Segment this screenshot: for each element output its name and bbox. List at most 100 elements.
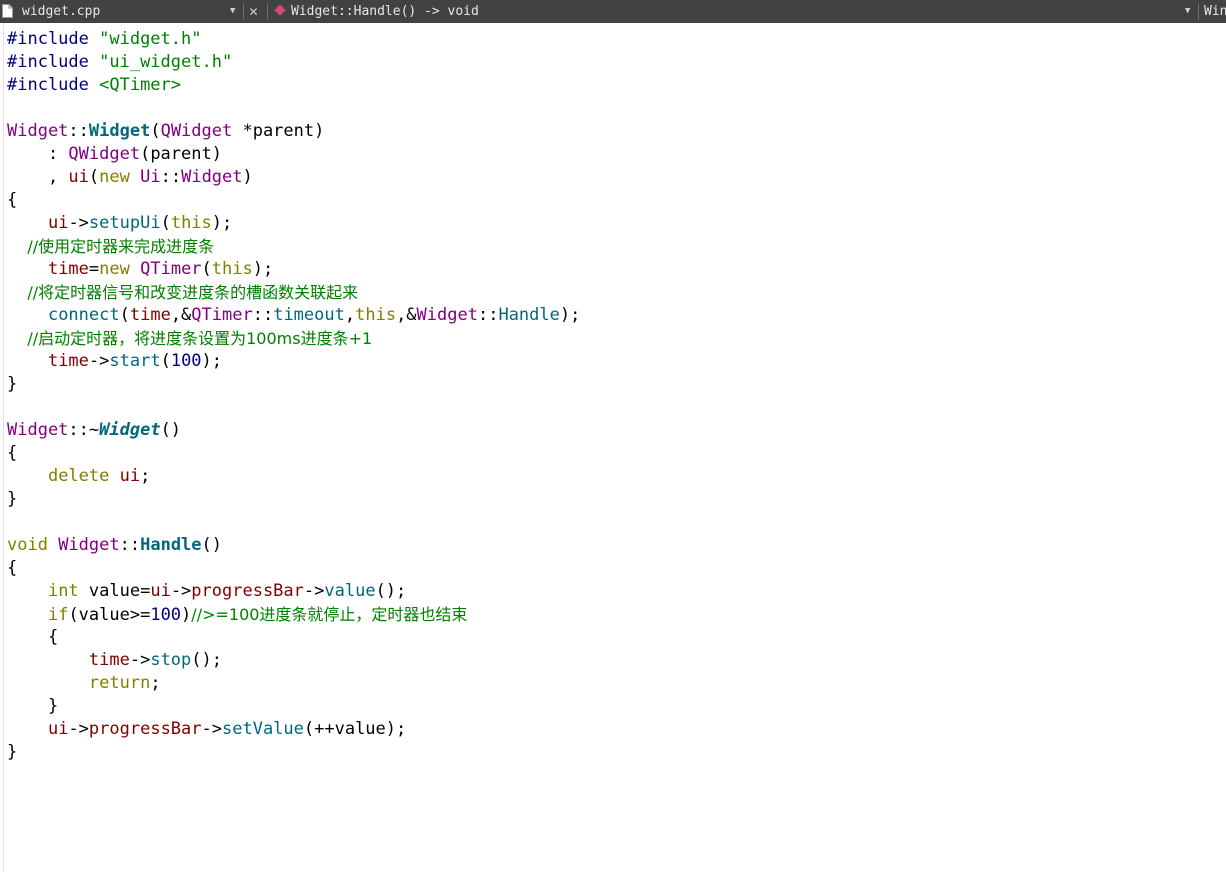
code-token: ( [201,259,212,279]
code-token: ui [68,167,89,187]
editor-toolbar: widget.cpp ▼ ✕ Widget::Handle() -> void … [0,0,1226,23]
code-line[interactable]: #include "widget.h" [7,28,201,51]
code-token: time [47,259,89,279]
code-token: connect [47,305,120,325]
code-line[interactable]: { [7,189,17,212]
code-token: value= [78,581,151,601]
code-token: #include [7,75,100,95]
code-line[interactable]: , ui(new Ui::Widget) [7,166,253,189]
code-token: ( [150,121,161,141]
code-token: ) [181,605,192,625]
code-token: setupUi [88,213,161,233]
code-token: QTimer [191,305,253,325]
code-token: int [47,581,79,601]
current-file-selector[interactable]: widget.cpp [22,0,100,23]
code-token: //启动定时器，将进度条设置为100ms进度条+1 [7,329,373,348]
code-token: -> [201,719,222,739]
code-line[interactable]: Widget::~Widget() [7,419,181,442]
code-token: timeout [273,305,345,325]
code-line[interactable]: time->start(100); [7,350,222,373]
code-token: } [7,696,59,716]
code-token: //将定时器信号和改变进度条的槽函数关联起来 [7,283,359,302]
code-token: 100 [150,605,182,625]
code-token: QWidget [160,121,233,141]
code-token: { [7,558,18,578]
split-selector[interactable]: Win [1204,0,1226,23]
editor-left-border [3,23,4,872]
code-token: //使用定时器来完成进度条 [7,237,215,256]
code-line[interactable]: //启动定时器，将进度条设置为100ms进度条+1 [7,327,372,350]
code-token: Widget [181,167,243,187]
code-line[interactable]: : QWidget(parent) [7,143,222,166]
code-token: Widget [7,121,69,141]
code-token: #include [7,29,100,49]
close-document-icon[interactable]: ✕ [249,0,258,23]
code-token: //>=100进度条就停止，定时器也结束 [191,605,468,624]
code-token: (value>= [68,605,151,625]
code-line[interactable]: { [7,442,17,465]
code-token: (); [375,581,407,601]
code-token: ) [242,167,253,187]
code-line[interactable]: ui->setupUi(this); [7,212,232,235]
code-token: Widget [99,420,161,440]
code-line[interactable]: ui->progressBar->setValue(++value); [7,718,406,741]
code-editor[interactable]: #include "widget.h" #include "ui_widget.h… [0,23,1226,872]
code-token: Ui [140,167,161,187]
code-line[interactable]: //将定时器信号和改变进度条的槽函数关联起来 [7,281,358,304]
code-line[interactable]: } [7,695,58,718]
file-dropdown-arrow-icon[interactable]: ▼ [230,0,235,23]
symbol-dropdown-arrow-icon[interactable]: ▼ [1185,0,1190,23]
code-line[interactable]: int value=ui->progressBar->value(); [7,580,406,603]
code-line[interactable]: if(value>=100)//>=100进度条就停止，定时器也结束 [7,603,467,626]
code-token: void [7,535,48,555]
code-token: Handle [140,535,202,555]
code-token: ( [160,213,171,233]
code-line[interactable]: } [7,741,17,764]
code-line[interactable]: delete ui; [7,465,150,488]
code-line[interactable]: { [7,626,58,649]
code-line[interactable]: void Widget::Handle() [7,534,222,557]
code-line[interactable]: } [7,488,17,511]
code-line[interactable]: time->stop(); [7,649,222,672]
toolbar-divider [243,3,244,20]
code-token: , [7,167,69,187]
toolbar-divider [1198,3,1199,20]
code-token: "ui_widget.h" [99,52,233,72]
code-line[interactable]: #include <QTimer> [7,74,181,97]
symbol-selector[interactable]: Widget::Handle() -> void [291,0,479,23]
code-line[interactable]: connect(time,&QTimer::timeout,this,&Widg… [7,304,580,327]
code-line[interactable]: //使用定时器来完成进度条 [7,235,214,258]
code-line[interactable]: { [7,557,17,580]
code-token: progressBar [191,581,304,601]
code-token: this [170,213,212,233]
code-token: } [7,489,18,509]
code-token: -> [303,581,325,601]
code-token: Widget [58,535,120,555]
code-token: ::~ [68,420,100,440]
code-token: -> [68,213,89,233]
code-token: (); [191,650,222,670]
code-line[interactable]: } [7,373,17,396]
toolbar-divider [267,3,268,20]
code-token: } [7,374,18,394]
code-line[interactable]: return; [7,672,161,695]
code-token: -> [88,351,110,371]
code-token: 100 [170,351,202,371]
code-line[interactable]: #include "ui_widget.h" [7,51,232,74]
code-token: ( [119,305,130,325]
code-line[interactable]: Widget::Widget(QWidget *parent) [7,120,324,143]
code-token: ( [88,167,100,187]
code-token: :: [68,121,89,141]
code-line[interactable]: time=new QTimer(this); [7,258,273,281]
code-token: (parent) [140,144,222,164]
code-token: Widget [416,305,478,325]
